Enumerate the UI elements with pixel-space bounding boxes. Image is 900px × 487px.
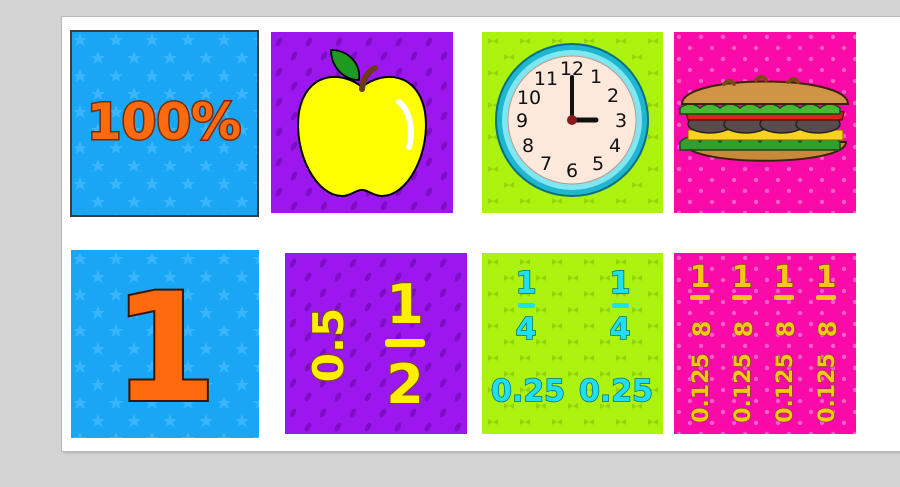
card-quarter[interactable]: 1 1 4 4 0.25 0.25 bbox=[482, 253, 663, 434]
card-apple[interactable] bbox=[271, 32, 453, 213]
half-denominator: 2 bbox=[386, 353, 424, 416]
clock-num-1: 1 bbox=[590, 66, 602, 88]
clock-num-8: 8 bbox=[522, 135, 534, 157]
quarter-denominator-right: 4 bbox=[610, 312, 631, 347]
quarter-bar-right bbox=[612, 303, 629, 308]
quarter-decimal-right: 0.25 bbox=[579, 374, 653, 409]
clock-num-10: 10 bbox=[517, 87, 541, 109]
card-100-percent[interactable]: 100% bbox=[70, 30, 259, 217]
eighth-decimal-4: 0.125 bbox=[815, 353, 840, 423]
eighth-decimal-1: 0.125 bbox=[689, 353, 714, 423]
whole-one-text: 1 bbox=[113, 262, 217, 436]
quarter-bar-left bbox=[518, 303, 535, 308]
clock-num-7: 7 bbox=[540, 153, 552, 175]
half-numerator: 1 bbox=[386, 273, 424, 336]
clock-num-4: 4 bbox=[609, 135, 621, 157]
eighth-bar-4 bbox=[816, 295, 836, 300]
card-whole-one[interactable]: 1 bbox=[71, 250, 259, 438]
quarter-numerator-right: 1 bbox=[610, 266, 631, 301]
eighth-denominator-2: 8 bbox=[730, 321, 758, 338]
eighth-numerator-2: 1 bbox=[732, 260, 753, 295]
clock-num-6: 6 bbox=[566, 160, 578, 182]
clock-num-9: 9 bbox=[516, 110, 528, 132]
quarter-decimal-left: 0.25 bbox=[491, 374, 565, 409]
half-decimal-text: 0.5 bbox=[304, 308, 353, 382]
card-sandwich[interactable] bbox=[674, 32, 856, 213]
quarter-numerator-left: 1 bbox=[516, 266, 537, 301]
eighth-decimal-3: 0.125 bbox=[773, 353, 798, 423]
card-clock[interactable]: 12 1 2 3 4 5 6 7 8 9 10 11 bbox=[482, 32, 663, 213]
clock-num-5: 5 bbox=[592, 153, 604, 175]
clock-num-2: 2 bbox=[607, 85, 619, 107]
clock-num-3: 3 bbox=[615, 110, 627, 132]
eighth-numerator-4: 1 bbox=[816, 260, 837, 295]
eighth-bar-2 bbox=[732, 295, 752, 300]
slide-canvas[interactable]: 100% 12 1 2 3 4 5 6 7 8 9 10 11 1 0.5 1 … bbox=[62, 17, 900, 451]
eighth-decimal-2: 0.125 bbox=[731, 353, 756, 423]
card-half[interactable]: 0.5 1 2 bbox=[285, 253, 467, 434]
eighth-numerator-3: 1 bbox=[774, 260, 795, 295]
eighth-denominator-4: 8 bbox=[814, 321, 842, 338]
star-pattern: 100% bbox=[71, 31, 258, 216]
eighth-bar-3 bbox=[774, 295, 794, 300]
eighth-denominator-3: 8 bbox=[772, 321, 800, 338]
eighth-bar-1 bbox=[690, 295, 710, 300]
eighth-numerator-1: 1 bbox=[690, 260, 711, 295]
card-eighth[interactable]: 1 1 1 1 8 8 8 8 0.125 0.125 0.125 0.125 bbox=[674, 253, 856, 434]
percent-text: 100% bbox=[87, 93, 241, 151]
sandwich-icon bbox=[679, 75, 850, 162]
eighth-denominator-1: 8 bbox=[688, 321, 716, 338]
quarter-denominator-left: 4 bbox=[516, 312, 537, 347]
clock-num-11: 11 bbox=[534, 68, 558, 90]
half-fraction-bar bbox=[385, 339, 425, 347]
